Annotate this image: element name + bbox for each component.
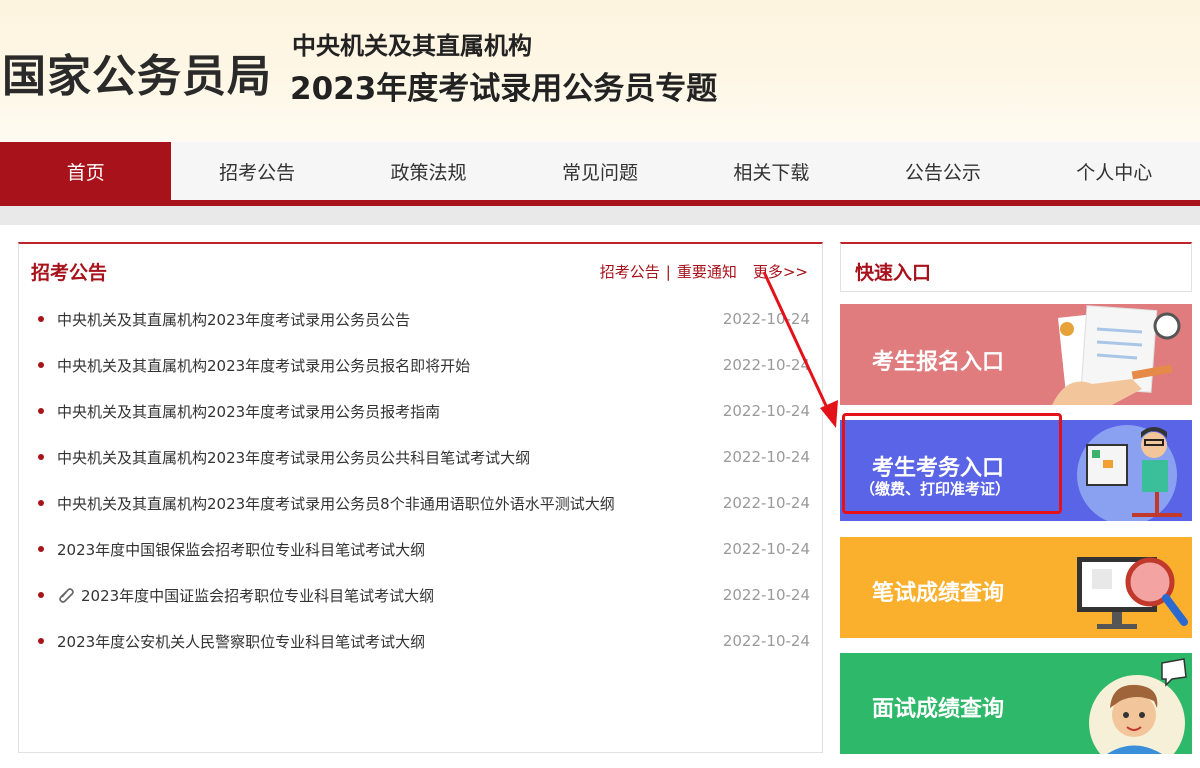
nav-item-home[interactable]: 首页 [0, 142, 172, 200]
registration-entry-label: 考生报名入口 [872, 350, 1005, 375]
paperclip-icon [59, 588, 74, 603]
list-item-title[interactable]: 2023年度中国证监会招考职位专业科目笔试考试大纲 [81, 585, 434, 606]
bullet-icon [38, 500, 44, 506]
nav-item-public-notices[interactable]: 公告公示 [857, 142, 1028, 200]
list-item-title[interactable]: 2023年度公安机关人民警察职位专业科目笔试考试大纲 [57, 631, 425, 652]
interview-score-query-label: 面试成绩查询 [872, 697, 1005, 722]
link-important-notices[interactable]: 重要通知 [677, 261, 737, 282]
list-item-date: 2022-10-24 [722, 586, 810, 604]
site-subtitle-line1: 中央机关及其直属机构 [292, 32, 532, 60]
link-recruitment-notices[interactable]: 招考公告 [600, 261, 660, 282]
announcement-list: 中央机关及其直属机构2023年度考试录用公务员公告 2022-10-24 中央机… [19, 296, 822, 664]
written-score-query-label: 笔试成绩查询 [872, 581, 1005, 606]
nav-shadow-band [0, 206, 1200, 225]
bullet-icon [38, 454, 44, 460]
list-item[interactable]: 中央机关及其直属机构2023年度考试录用公务员公告 2022-10-24 [19, 296, 822, 342]
list-item-title[interactable]: 中央机关及其直属机构2023年度考试录用公务员报名即将开始 [57, 355, 470, 376]
nav-item-personal-center[interactable]: 个人中心 [1029, 142, 1200, 200]
bullet-icon [38, 362, 44, 368]
nav-item-recruitment-notices[interactable]: 招考公告 [171, 142, 342, 200]
list-item-date: 2022-10-24 [722, 540, 810, 558]
list-item-title[interactable]: 2023年度中国银保监会招考职位专业科目笔试考试大纲 [57, 539, 425, 560]
list-item[interactable]: 中央机关及其直属机构2023年度考试录用公务员8个非通用语职位外语水平测试大纲 … [19, 480, 822, 526]
quick-entry-panel: 快速入口 [840, 242, 1192, 292]
list-item[interactable]: 2023年度中国银保监会招考职位专业科目笔试考试大纲 2022-10-24 [19, 526, 822, 572]
list-item-date: 2022-10-24 [722, 494, 810, 512]
site-subtitle-line2: 2023年度考试录用公务员专题 [290, 71, 718, 107]
annotation-arrow-icon [762, 271, 838, 428]
bullet-icon [38, 638, 44, 644]
interview-score-query-button[interactable]: 面试成绩查询 [840, 653, 1192, 754]
main-nav: 首页 招考公告 政策法规 常见问题 相关下载 公告公示 个人中心 [0, 142, 1200, 200]
bullet-icon [38, 546, 44, 552]
application-form-icon [1052, 305, 1181, 405]
highlight-box-annotation [842, 413, 1062, 514]
site-header: 国家公务员局 中央机关及其直属机构 2023年度考试录用公务员专题 [0, 0, 1200, 142]
list-item-title[interactable]: 中央机关及其直属机构2023年度考试录用公务员公共科目笔试考试大纲 [57, 447, 530, 468]
written-score-query-button[interactable]: 笔试成绩查询 [840, 537, 1192, 638]
nav-item-policies[interactable]: 政策法规 [343, 142, 514, 200]
announcement-panel-title: 招考公告 [31, 262, 108, 284]
site-logo[interactable]: 国家公务员局 [2, 40, 272, 104]
list-item-title[interactable]: 中央机关及其直属机构2023年度考试录用公务员公告 [57, 309, 410, 330]
list-item[interactable]: 中央机关及其直属机构2023年度考试录用公务员报考指南 2022-10-24 [19, 388, 822, 434]
list-item[interactable]: 2023年度中国证监会招考职位专业科目笔试考试大纲 2022-10-24 [19, 572, 822, 618]
list-item-date: 2022-10-24 [722, 448, 810, 466]
list-item-title[interactable]: 中央机关及其直属机构2023年度考试录用公务员报考指南 [57, 401, 440, 422]
computer-user-icon [1077, 425, 1182, 521]
bullet-icon [38, 592, 44, 598]
bullet-icon [38, 408, 44, 414]
announcement-panel: 招考公告 招考公告 | 重要通知 更多>> 中央机关及其直属机构2023年度考试… [18, 242, 823, 753]
list-item[interactable]: 中央机关及其直属机构2023年度考试录用公务员公共科目笔试考试大纲 2022-1… [19, 434, 822, 480]
list-item[interactable]: 2023年度公安机关人民警察职位专业科目笔试考试大纲 2022-10-24 [19, 618, 822, 664]
interview-person-icon [1089, 658, 1187, 754]
magnifier-monitor-icon [1077, 557, 1188, 629]
list-item-date: 2022-10-24 [722, 632, 810, 650]
list-item-title[interactable]: 中央机关及其直属机构2023年度考试录用公务员8个非通用语职位外语水平测试大纲 [57, 493, 615, 514]
link-separator: | [665, 262, 671, 281]
nav-item-faq[interactable]: 常见问题 [514, 142, 685, 200]
list-item[interactable]: 中央机关及其直属机构2023年度考试录用公务员报名即将开始 2022-10-24 [19, 342, 822, 388]
registration-entry-button[interactable]: 考生报名入口 [840, 304, 1192, 405]
page: 国家公务员局 中央机关及其直属机构 2023年度考试录用公务员专题 首页 招考公… [0, 0, 1200, 768]
bullet-icon [38, 316, 44, 322]
quick-entry-title: 快速入口 [855, 262, 932, 284]
nav-item-downloads[interactable]: 相关下载 [686, 142, 857, 200]
